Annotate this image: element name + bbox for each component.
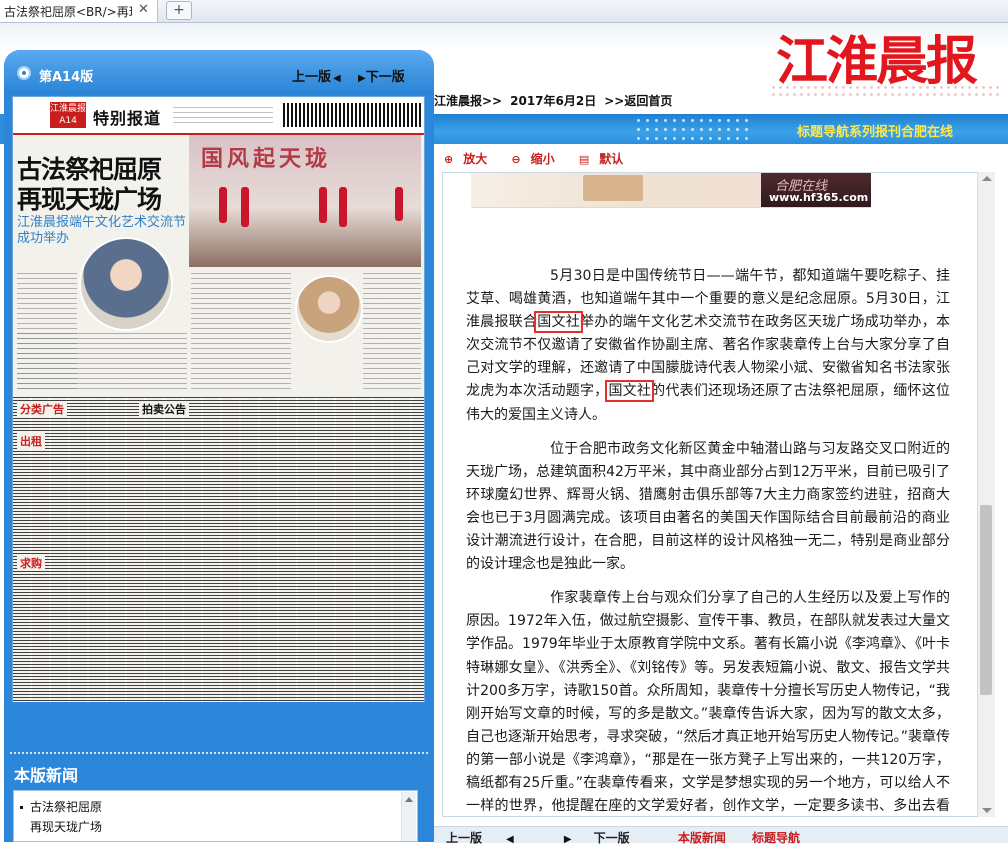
bottom-prev-label: 上一版 — [446, 831, 483, 845]
tab-title: 古法祭祀屈原<BR/>再现 — [4, 5, 132, 19]
prev-edition-link[interactable]: 上一版 ◀ — [292, 66, 341, 85]
paper-photo-title: 国风起天珑 — [201, 146, 332, 172]
arrow-right-icon: ▶ — [358, 73, 366, 84]
breadcrumb: 江淮晨报>> 2017年6月2日 >>返回首页 — [434, 92, 680, 109]
next-edition-link[interactable]: ▶下一版 — [356, 66, 405, 85]
edition-icon — [17, 66, 31, 80]
edition-label: 第A14版 — [39, 70, 94, 85]
zoom-in-button[interactable]: ⊕ 放大 — [444, 152, 497, 166]
logo-decoration — [770, 84, 1000, 98]
paper-page-tag: 江淮晨报 A14 — [50, 102, 87, 128]
paper-text-column — [17, 333, 187, 393]
ads-heading: 求购 — [17, 555, 45, 571]
paper-meta-lines — [173, 107, 273, 125]
ad-banner-product — [583, 175, 643, 201]
paper-section-title: 特别报道 — [93, 109, 162, 128]
paper-headline-line2: 再现天珑广场 — [17, 185, 162, 214]
breadcrumb-home-link[interactable]: >>返回首页 — [604, 94, 672, 108]
article-frame[interactable]: 合肥在线 www.hf365.com 5月30日是中国传统节日——端午节，都知道… — [442, 172, 994, 817]
zoom-default-label: 默认 — [599, 152, 624, 166]
arrow-right-icon: ▶ — [563, 834, 572, 845]
scrollbar-thumb[interactable] — [980, 505, 992, 695]
breadcrumb-date: 2017年6月2日 — [510, 94, 597, 108]
paper-text-column — [191, 273, 291, 391]
browser-tab[interactable]: 古法祭祀屈原<BR/>再现 ✕ — [0, 0, 158, 22]
paper-headline-line1: 古法祭祀屈原 — [17, 155, 162, 184]
band-decoration — [634, 116, 754, 142]
edition-news-heading: 本版新闻 — [14, 766, 79, 785]
article-paragraph: 5月30日是中国传统节日——端午节，都知道端午要吃粽子、挂艾草、喝雄黄酒，也知道… — [466, 265, 950, 427]
news-list-scrollbar[interactable] — [401, 792, 416, 841]
zoom-in-label: 放大 — [463, 152, 488, 166]
bullet-icon — [20, 806, 23, 809]
newspaper-page-thumbnail[interactable]: 江淮晨报 A14 特别报道 国风起天珑 古法祭祀屈原 再现天珑广场 江淮晨报端午… — [12, 96, 425, 704]
browser-tab-bar: 古法祭祀屈原<BR/>再现 ✕ + — [0, 0, 1008, 23]
arrow-left-icon: ◀ — [506, 834, 514, 845]
bottom-titles-link[interactable]: 标题导航 — [752, 831, 800, 845]
performer-figure — [219, 187, 227, 223]
highlight-box: 国文社 — [534, 311, 583, 334]
bottom-next-link[interactable]: ▶ 下一版 — [562, 831, 652, 845]
classified-ads-area — [13, 397, 424, 703]
page-icon: ▤ — [578, 153, 590, 166]
paper-text-column — [363, 273, 421, 391]
new-tab-button[interactable]: + — [166, 1, 192, 20]
news-item-line1: 古法祭祀屈原 — [30, 800, 103, 814]
close-icon[interactable]: ✕ — [138, 2, 149, 17]
band-nav-links[interactable]: 标题导航系列报刊合肥在线 — [797, 121, 953, 140]
scroll-down-icon[interactable] — [982, 808, 992, 813]
zoom-in-icon: ⊕ — [444, 153, 454, 166]
prev-edition-label: 上一版 — [292, 70, 332, 85]
zoom-out-icon: ⊖ — [511, 153, 521, 166]
arrow-left-icon: ◀ — [333, 73, 341, 84]
performer-figure — [339, 187, 347, 227]
speaker-photo — [79, 237, 173, 331]
ads-heading: 出租 — [17, 433, 45, 449]
performer-figure — [241, 187, 249, 227]
brand-logo[interactable]: 江淮晨报 — [776, 32, 978, 92]
guest-photo — [295, 275, 363, 343]
panel-spacer — [4, 702, 434, 754]
bottom-next-label: 下一版 — [593, 831, 630, 845]
scroll-up-icon[interactable] — [982, 176, 992, 181]
zoom-out-label: 缩小 — [530, 152, 555, 166]
article-body: 5月30日是中国传统节日——端午节，都知道端午要吃粽子、挂艾草、喝雄黄酒，也知道… — [466, 265, 950, 816]
next-edition-label: 下一版 — [365, 70, 405, 85]
article-scrollbar[interactable] — [977, 172, 995, 817]
edition-news-list: 古法祭祀屈原 再现天珑广场 — [13, 790, 418, 842]
performer-figure — [395, 187, 403, 221]
bottom-news-link[interactable]: 本版新闻 — [678, 831, 726, 845]
ads-heading: 拍卖公告 — [139, 401, 189, 417]
paper-barcode — [283, 103, 423, 127]
ads-heading: 分类广告 — [17, 401, 67, 417]
panel-divider — [10, 752, 428, 754]
breadcrumb-paper-link[interactable]: 江淮晨报>> — [434, 94, 502, 108]
article-paragraph: 作家裴章传上台与观众们分享了自己的人生经历以及爱上写作的原因。1972年入伍，做… — [466, 590, 950, 815]
highlight-box: 国文社 — [605, 380, 655, 403]
news-list-item[interactable]: 古法祭祀屈原 再现天珑广场 — [20, 797, 102, 837]
article-paragraph: 位于合肥市政务文化新区黄金中轴潜山路与习友路交叉口附近的天珑广场，总建筑面积42… — [466, 440, 950, 573]
zoom-toolbar: ⊕ 放大 ⊖ 缩小 ▤ 默认 — [444, 150, 643, 167]
bottom-nav: 上一版 ◀ ▶ 下一版 本版新闻 标题导航 — [446, 829, 822, 846]
zoom-out-button[interactable]: ⊖ 缩小 — [511, 152, 564, 166]
ad-banner-url: www.hf365.com — [769, 191, 869, 204]
performer-figure — [319, 187, 327, 223]
news-item-line2: 再现天珑广场 — [30, 820, 103, 834]
paper-headline[interactable]: 古法祭祀屈原 再现天珑广场 — [17, 155, 162, 215]
bottom-prev-link[interactable]: 上一版 ◀ — [446, 831, 536, 845]
zoom-default-button[interactable]: ▤ 默认 — [579, 152, 633, 166]
